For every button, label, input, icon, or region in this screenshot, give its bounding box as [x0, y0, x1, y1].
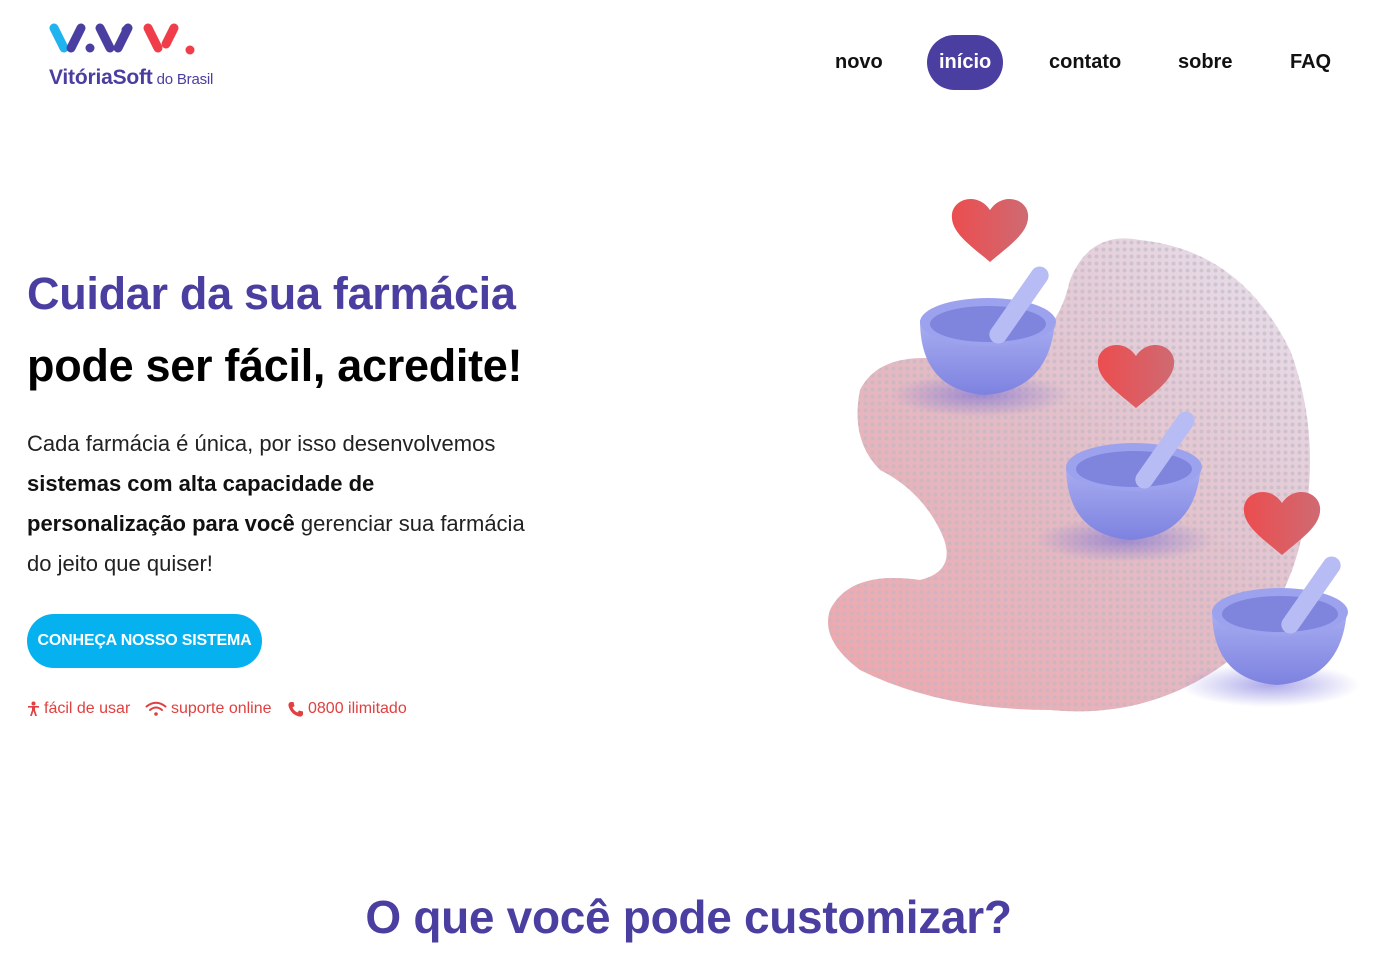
phone-icon [288, 701, 303, 717]
pharmacy-illustration [828, 198, 1360, 712]
hero-subtitle: pode ser fácil, acredite! [27, 340, 523, 391]
nav-item-sobre[interactable]: sobre [1178, 35, 1232, 90]
cta-button[interactable]: CONHEÇA NOSSO SISTEMA [27, 614, 262, 668]
main-nav: novo início contato sobre FAQ [0, 35, 1377, 90]
section-title: O que você pode customizar? [365, 891, 1012, 943]
feature-label: fácil de usar [44, 700, 131, 717]
hero-desc-part1: Cada farmácia é única, por isso desenvol… [27, 431, 496, 456]
feature-toll-free: 0800 ilimitado [287, 696, 407, 722]
mortar-and-pestle-icon [890, 266, 1070, 417]
heart-icon [951, 198, 1029, 262]
accessibility-icon [28, 701, 39, 716]
hero-title: Cuidar da sua farmácia [27, 268, 516, 319]
feature-label: 0800 ilimitado [308, 700, 407, 717]
nav-item-contato[interactable]: contato [1049, 35, 1121, 90]
nav-item-faq[interactable]: FAQ [1290, 35, 1331, 90]
wifi-icon [145, 701, 167, 716]
nav-item-inicio[interactable]: início [927, 35, 1004, 90]
feature-online-support: suporte online [145, 696, 272, 722]
hero-description: Cada farmácia é única, por isso desenvol… [27, 424, 527, 584]
hero-illustration [820, 190, 1360, 730]
feature-easy-to-use: fácil de usar [27, 696, 130, 722]
nav-item-novo[interactable]: novo [835, 35, 883, 90]
feature-label: suporte online [171, 700, 272, 717]
